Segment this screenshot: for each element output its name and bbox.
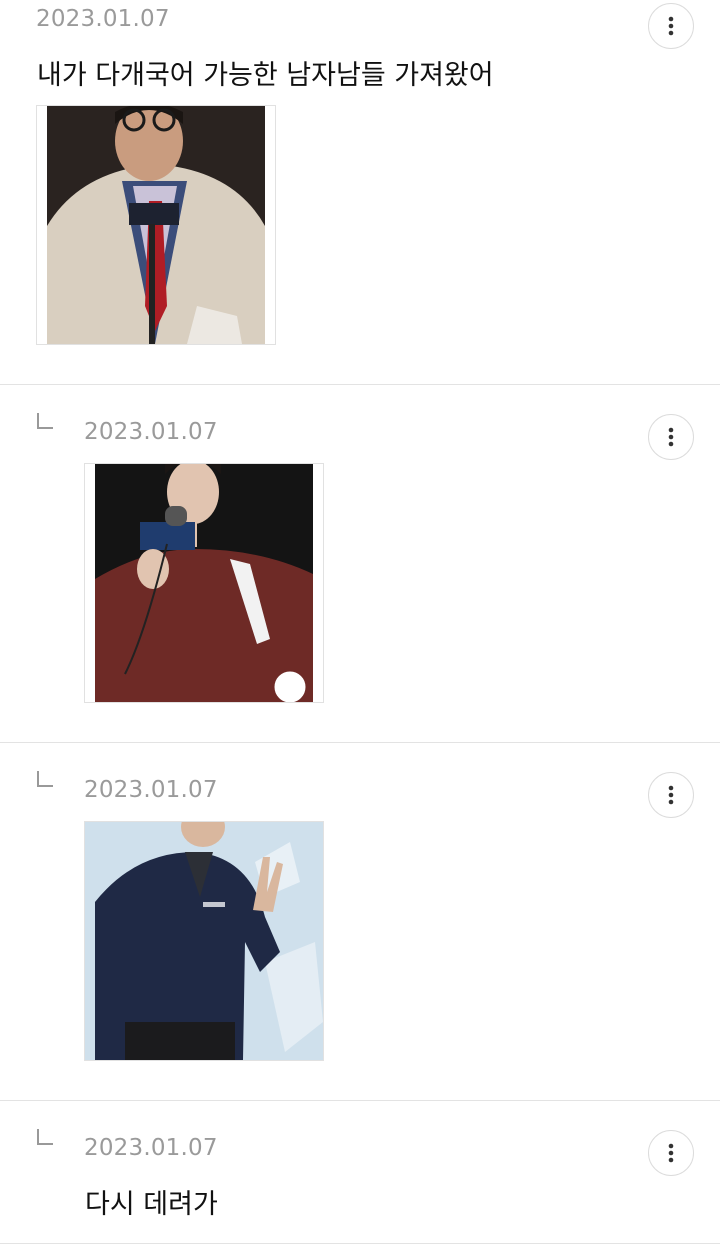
comment-image[interactable]: [84, 821, 324, 1061]
comment-date: 2023.01.07: [84, 419, 218, 445]
reply-item: 2023.01.07 다시 데려가: [0, 1101, 720, 1243]
comment-date: 2023.01.07: [84, 1135, 218, 1161]
more-options-button[interactable]: [648, 3, 694, 49]
more-vertical-icon: [668, 1143, 674, 1163]
more-vertical-icon: [668, 427, 674, 447]
reply-arrow-icon: [37, 413, 53, 429]
photo-man-red-sweater-microphone: [85, 464, 323, 702]
reply-arrow-icon: [37, 1129, 53, 1145]
comment-item: 2023.01.07 내가 다개국어 가능한 남자남들 가져왔어: [0, 0, 720, 384]
photo-man-navy-jacket-peace-sign: [85, 822, 323, 1060]
reply-item: 2023.01.07: [0, 385, 720, 742]
comment-image[interactable]: [84, 463, 324, 703]
more-options-button[interactable]: [648, 1130, 694, 1176]
comment-text: 내가 다개국어 가능한 남자남들 가져왔어: [37, 60, 494, 91]
more-vertical-icon: [668, 16, 674, 36]
comment-image[interactable]: [36, 105, 276, 345]
more-vertical-icon: [668, 785, 674, 805]
reply-arrow-icon: [37, 771, 53, 787]
comment-date: 2023.01.07: [84, 777, 218, 803]
comment-text: 다시 데려가: [85, 1189, 218, 1220]
more-options-button[interactable]: [648, 414, 694, 460]
photo-man-glasses-trenchcoat-microphone: [37, 106, 275, 344]
more-options-button[interactable]: [648, 772, 694, 818]
reply-item: 2023.01.07: [0, 743, 720, 1100]
comment-date: 2023.01.07: [36, 6, 170, 32]
divider: [0, 1243, 720, 1244]
